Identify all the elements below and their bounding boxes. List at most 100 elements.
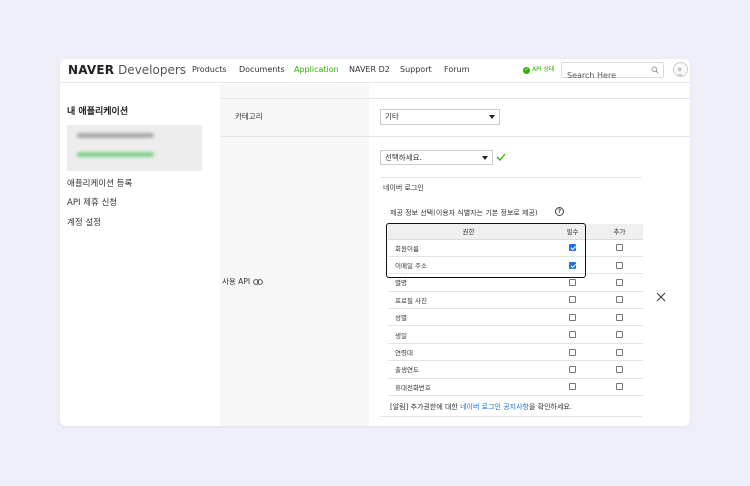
api-label-group: 사용 API — [222, 277, 263, 287]
caret-down-icon — [489, 115, 495, 119]
extra-cell — [596, 308, 643, 327]
nav-documents[interactable]: Documents — [239, 65, 285, 75]
notice-divider — [380, 416, 642, 417]
sidebar-item-api-partnership[interactable]: API 제휴 신청 — [67, 197, 117, 209]
col-permission: 권한 — [388, 224, 549, 240]
logo-developers: Developers — [114, 63, 187, 77]
category-select[interactable]: 기타 — [380, 109, 500, 125]
extra-checkbox[interactable] — [616, 313, 623, 321]
extra-cell — [596, 256, 643, 275]
api-status-link[interactable]: ✓ API 상태 — [523, 65, 554, 75]
extra-cell — [596, 325, 643, 344]
required-cell — [549, 360, 596, 379]
permission-name: 성별 — [388, 308, 549, 327]
blurred-app-name — [77, 133, 154, 138]
table-row: 프로필 사진 — [388, 291, 643, 310]
col-required: 필수 — [549, 224, 596, 240]
sidebar-item-account-settings[interactable]: 계정 설정 — [67, 217, 101, 229]
search-box — [561, 62, 664, 83]
required-checkbox[interactable] — [569, 383, 576, 391]
valid-check-icon — [496, 153, 506, 161]
required-cell — [549, 308, 596, 327]
extra-checkbox[interactable] — [616, 383, 623, 391]
required-cell — [549, 343, 596, 362]
required-cell — [549, 378, 596, 397]
permission-name: 연령대 — [388, 343, 549, 362]
perm-caption: 제공 정보 선택(이용자 식별자는 기본 정보로 제공) — [390, 209, 538, 217]
extra-checkbox[interactable] — [616, 348, 623, 356]
extra-checkbox[interactable] — [616, 331, 623, 339]
permission-name: 별명 — [388, 273, 549, 292]
api-select[interactable]: 선택하세요. — [380, 150, 493, 165]
table-row: 이메일 주소 — [388, 256, 643, 275]
row-divider — [220, 136, 369, 137]
naver-developers-logo[interactable]: NAVER Developers — [68, 62, 186, 78]
extra-checkbox[interactable] — [616, 365, 623, 373]
permission-name: 프로필 사진 — [388, 291, 549, 310]
required-cell — [549, 256, 596, 275]
extra-checkbox[interactable] — [616, 261, 623, 269]
required-cell — [549, 291, 596, 310]
user-icon — [675, 67, 684, 76]
logo-naver: NAVER — [68, 63, 115, 77]
api-select-value: 선택하세요. — [385, 153, 422, 162]
permission-name: 출생연도 — [388, 360, 549, 379]
category-label: 카테고리 — [235, 112, 263, 121]
permission-name: 회원이름 — [388, 239, 549, 257]
user-avatar[interactable] — [673, 62, 688, 77]
sidebar: 내 애플리케이션 애플리케이션 등록 API 제휴 신청 계정 설정 — [60, 84, 220, 426]
notice-text: [알림] 추가권한에 대한 네이버 로그인 공지사항을 확인하세요. — [390, 402, 572, 412]
help-icon[interactable]: ? — [555, 207, 564, 216]
notice-suffix: 을 확인하세요. — [528, 403, 573, 411]
table-row: 회원이름 — [388, 239, 643, 257]
search-icon[interactable] — [651, 66, 659, 74]
api-select-divider — [380, 177, 642, 178]
sidebar-item-register-app[interactable]: 애플리케이션 등록 — [67, 178, 132, 190]
required-checkbox[interactable] — [569, 278, 576, 286]
check-circle-icon: ✓ — [523, 66, 530, 74]
nav-forum[interactable]: Forum — [444, 65, 469, 75]
form-top-divider — [220, 98, 690, 99]
extra-cell — [596, 343, 643, 362]
notice-link[interactable]: 네이버 로그인 공지사항 — [460, 403, 529, 411]
table-row: 출생연도 — [388, 360, 643, 379]
search-input[interactable] — [562, 68, 642, 83]
api-section-title: 네이버 로그인 — [383, 184, 424, 192]
notice-prefix: [알림] 추가권한에 대한 — [390, 403, 461, 411]
required-checkbox[interactable] — [569, 313, 576, 321]
required-cell — [549, 325, 596, 344]
extra-checkbox[interactable] — [616, 296, 623, 304]
extra-checkbox[interactable] — [616, 244, 623, 252]
required-checkbox[interactable] — [569, 365, 576, 373]
required-checkbox[interactable] — [569, 261, 576, 269]
app-card: NAVER Developers Products Documents Appl… — [60, 59, 690, 426]
api-label: 사용 API — [222, 277, 251, 286]
table-row: 별명 — [388, 273, 643, 292]
required-checkbox[interactable] — [569, 296, 576, 304]
sidebar-title: 내 애플리케이션 — [67, 107, 129, 117]
form-label-column — [220, 84, 369, 426]
category-select-value: 기타 — [385, 112, 399, 121]
extra-cell — [596, 239, 643, 257]
nav-application[interactable]: Application — [294, 65, 339, 75]
table-row: 휴대전화번호 — [388, 378, 643, 397]
permission-name: 생일 — [388, 325, 549, 344]
top-header: NAVER Developers Products Documents Appl… — [60, 59, 690, 83]
category-divider — [369, 136, 690, 137]
col-extra: 추가 — [596, 224, 643, 240]
permission-name: 휴대전화번호 — [388, 378, 549, 397]
nav-naver-d2[interactable]: NAVER D2 — [349, 65, 390, 75]
registered-app-item[interactable] — [67, 125, 202, 171]
link-icon — [253, 279, 263, 285]
nav-support[interactable]: Support — [400, 65, 432, 75]
extra-cell — [596, 291, 643, 310]
required-checkbox[interactable] — [569, 331, 576, 339]
extra-checkbox[interactable] — [616, 278, 623, 286]
nav-products[interactable]: Products — [192, 65, 227, 75]
table-row: 생일 — [388, 325, 643, 344]
blurred-app-id — [77, 152, 154, 157]
extra-cell — [596, 273, 643, 292]
close-icon[interactable] — [656, 292, 666, 302]
required-checkbox[interactable] — [569, 244, 576, 252]
required-checkbox[interactable] — [569, 348, 576, 356]
